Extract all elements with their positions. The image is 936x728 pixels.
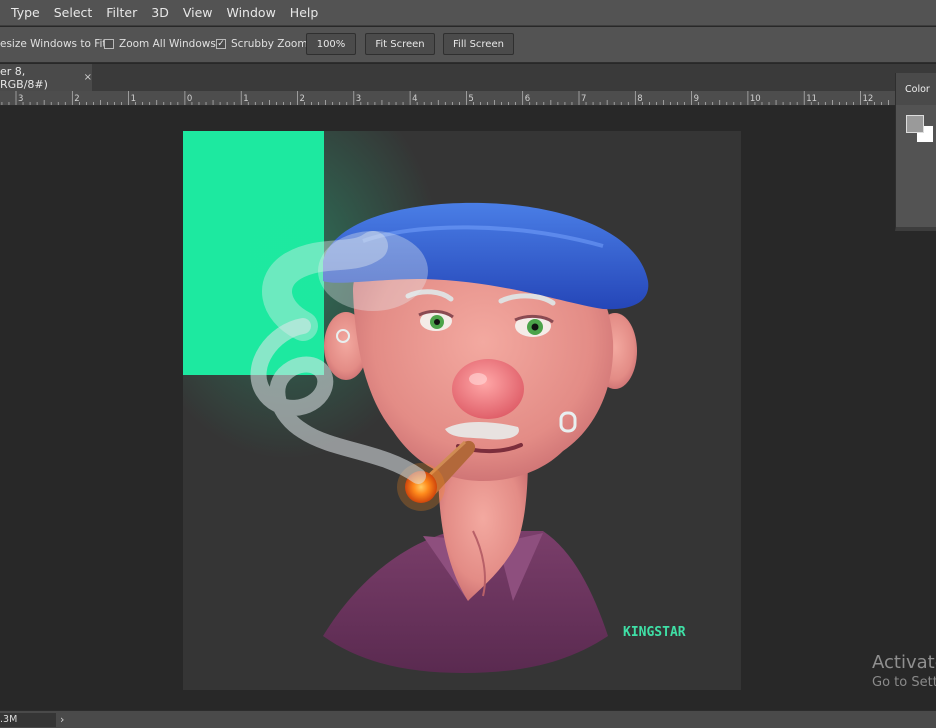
ruler-label: 2 bbox=[300, 94, 305, 104]
horizontal-ruler[interactable]: 3 2 1 0 1 2 3 4 5 6 7 8 9 10 11 12 bbox=[0, 91, 895, 106]
zoom-all-windows-checkbox[interactable] bbox=[104, 39, 114, 49]
menu-select[interactable]: Select bbox=[47, 0, 100, 26]
ruler-label: 2 bbox=[74, 94, 79, 104]
artist-signature: KINGSTAR bbox=[623, 625, 686, 640]
menu-help[interactable]: Help bbox=[283, 0, 326, 26]
menu-view[interactable]: View bbox=[176, 0, 220, 26]
status-bar: .3M › bbox=[0, 710, 936, 728]
document-size-readout[interactable]: .3M bbox=[0, 713, 56, 727]
chevron-right-icon[interactable]: › bbox=[60, 711, 64, 728]
zoom-options-bar: esize Windows to Fit Zoom All Windows ✓ … bbox=[0, 27, 936, 63]
zoom-all-windows-option[interactable]: Zoom All Windows bbox=[104, 38, 216, 50]
ruler-label: 1 bbox=[243, 94, 248, 104]
color-panel-title: Color bbox=[905, 83, 930, 95]
zoom-percent-button[interactable]: 100% bbox=[306, 33, 356, 55]
ruler-label: 10 bbox=[750, 94, 761, 104]
menu-window[interactable]: Window bbox=[220, 0, 283, 26]
ruler-label: 3 bbox=[18, 94, 23, 104]
photoshop-window: Type Select Filter 3D View Window Help e… bbox=[0, 0, 936, 728]
menu-filter[interactable]: Filter bbox=[99, 0, 144, 26]
ruler-label: 11 bbox=[806, 94, 817, 104]
ruler-label: 7 bbox=[581, 94, 586, 104]
ruler-label: 0 bbox=[187, 94, 192, 104]
resize-windows-option[interactable]: esize Windows to Fit bbox=[0, 38, 107, 50]
document-tab-title: er 8, RGB/8#) bbox=[0, 64, 48, 91]
document-tab-bar: er 8, RGB/8#) × bbox=[0, 64, 936, 91]
scrubby-zoom-option[interactable]: ✓ Scrubby Zoom bbox=[216, 38, 308, 50]
color-panel-header[interactable]: Color bbox=[896, 73, 936, 105]
ruler-label: 5 bbox=[468, 94, 473, 104]
document-canvas[interactable]: KINGSTAR bbox=[183, 131, 741, 690]
fill-screen-button[interactable]: Fill Screen bbox=[443, 33, 514, 55]
ruler-label: 4 bbox=[412, 94, 417, 104]
ruler-ticks: 3 2 1 0 1 2 3 4 5 6 7 8 9 10 11 12 bbox=[1, 91, 890, 105]
close-icon[interactable]: × bbox=[84, 72, 92, 83]
document-tab[interactable]: er 8, RGB/8#) × bbox=[0, 64, 92, 91]
ruler-label: 8 bbox=[637, 94, 642, 104]
menu-bar: Type Select Filter 3D View Window Help bbox=[0, 0, 936, 26]
menu-type[interactable]: Type bbox=[4, 0, 47, 26]
ruler-label: 9 bbox=[694, 94, 699, 104]
ruler-label: 1 bbox=[131, 94, 136, 104]
scrubby-zoom-label: Scrubby Zoom bbox=[231, 38, 308, 50]
zoom-all-windows-label: Zoom All Windows bbox=[119, 38, 216, 50]
menu-3d[interactable]: 3D bbox=[144, 0, 176, 26]
foreground-color-swatch[interactable] bbox=[906, 115, 924, 133]
watermark-line-2: Go to Sett bbox=[872, 675, 936, 690]
ruler-label: 12 bbox=[863, 94, 874, 104]
watermark-line-1: Activate bbox=[872, 652, 936, 673]
fit-screen-button[interactable]: Fit Screen bbox=[365, 33, 435, 55]
ruler-label: 6 bbox=[525, 94, 530, 104]
scrubby-zoom-checkbox[interactable]: ✓ bbox=[216, 39, 226, 49]
windows-activation-watermark: Activate Go to Sett bbox=[872, 652, 936, 692]
resize-windows-label: esize Windows to Fit bbox=[0, 38, 107, 50]
color-panel: Color bbox=[895, 73, 936, 231]
caricature-illustration: KINGSTAR bbox=[250, 202, 686, 673]
ruler-label: 3 bbox=[356, 94, 361, 104]
